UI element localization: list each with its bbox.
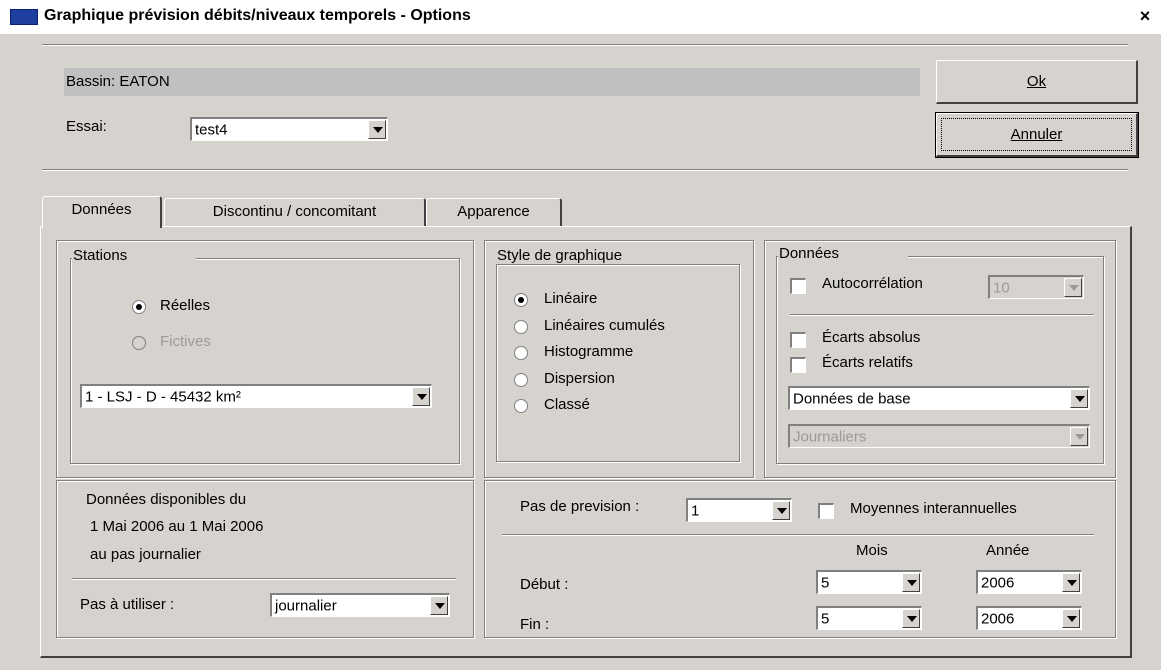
base-value: Données de base [793,390,911,407]
chevron-down-icon[interactable] [1064,278,1082,297]
base-dropdown[interactable]: Données de base [788,386,1090,410]
style-label-lineaire: Linéaire [544,290,598,307]
disponibles-separator [72,578,456,580]
tab-label: Discontinu / concomitant [212,203,377,220]
debut-mois-value: 5 [821,574,830,591]
fin-label: Fin : [520,616,550,633]
style-label-dispersion: Dispersion [544,370,615,387]
ecarts-relatifs-label: Écarts relatifs [822,354,913,371]
disponibles-line1: Données disponibles du [86,491,247,508]
chevron-down-icon[interactable] [902,609,920,628]
chevron-down-icon[interactable] [1062,573,1080,592]
ecarts-absolus-checkbox[interactable] [790,332,806,348]
tab-discontinu[interactable]: Discontinu / concomitant [164,198,426,226]
pas-utiliser-dropdown[interactable]: journalier [270,593,450,617]
disponibles-line3: au pas journalier [90,546,201,563]
pas-prevision-value: 1 [691,502,700,519]
essai-value: test4 [195,121,228,138]
ok-label: Ok [1026,73,1047,90]
ecarts-relatifs-checkbox[interactable] [790,357,806,373]
moyennes-checkbox[interactable] [818,503,834,519]
tab-apparence[interactable]: Apparence [426,198,562,226]
period-dropdown[interactable]: Journaliers [788,424,1090,448]
style-title: Style de graphique [496,247,698,264]
fictives-radio[interactable] [132,336,146,350]
style-radio-lineaire[interactable] [514,293,528,307]
pas-prevision-label: Pas de prevision : [520,498,640,515]
style-label-classe: Classé [544,396,590,413]
chevron-down-icon[interactable] [412,387,430,406]
chevron-down-icon[interactable] [1070,427,1088,446]
chevron-down-icon[interactable] [772,501,790,520]
chevron-down-icon[interactable] [1062,609,1080,628]
chevron-down-icon[interactable] [368,120,386,139]
station-value: 1 - LSJ - D - 45432 km² [85,388,241,405]
style-label-histogramme: Histogramme [544,343,634,360]
moyennes-label: Moyennes interannuelles [850,500,1017,517]
style-radio-cumules[interactable] [514,320,528,334]
fin-mois-value: 5 [821,610,830,627]
chevron-down-icon[interactable] [430,596,448,615]
donnees-title: Données [778,245,908,262]
close-icon[interactable]: × [1136,7,1154,25]
reelles-label: Réelles [160,297,211,314]
essai-label: Essai: [66,118,107,135]
fin-annee-value: 2006 [981,610,1015,627]
fin-mois-dropdown[interactable]: 5 [816,606,922,630]
pas-utiliser-label: Pas à utiliser : [80,596,175,613]
middle-separator [42,169,1128,171]
top-separator [42,44,1128,46]
autocorrelation-checkbox[interactable] [790,278,806,294]
bassin-label: Bassin: EATON [66,73,170,90]
style-radio-histogramme[interactable] [514,346,528,360]
tab-label: Données [71,201,132,218]
debut-annee-value: 2006 [981,574,1015,591]
autocorrelation-dropdown[interactable]: 10 [988,275,1084,299]
autocorrelation-value: 10 [993,279,1010,296]
essai-dropdown[interactable]: test4 [190,117,388,141]
autocorrelation-label: Autocorrélation [822,275,923,292]
station-dropdown[interactable]: 1 - LSJ - D - 45432 km² [80,384,432,408]
pas-prevision-dropdown[interactable]: 1 [686,498,792,522]
ok-button[interactable]: Ok [936,60,1138,104]
debut-annee-dropdown[interactable]: 2006 [976,570,1082,594]
style-label-cumules: Linéaires cumulés [544,317,665,334]
disponibles-line2: 1 Mai 2006 au 1 Mai 2006 [90,518,264,535]
annee-header: Année [986,542,1030,559]
stations-group [70,258,460,464]
style-group [496,264,740,462]
fictives-label: Fictives [160,333,211,350]
debut-label: Début : [520,576,569,593]
bassin-field [64,68,920,96]
prevision-separator [502,534,1094,536]
cancel-label: Annuler [1010,126,1063,143]
fin-annee-dropdown[interactable]: 2006 [976,606,1082,630]
stations-title: Stations [72,247,196,264]
window-icon [10,9,38,25]
style-radio-dispersion[interactable] [514,373,528,387]
chevron-down-icon[interactable] [902,573,920,592]
chevron-down-icon[interactable] [1070,389,1088,408]
focus-ring: Annuler [941,118,1132,151]
debut-mois-dropdown[interactable]: 5 [816,570,922,594]
donnees-separator [790,314,1094,316]
pas-utiliser-value: journalier [275,597,337,614]
cancel-button[interactable]: Annuler [935,112,1139,158]
style-radio-classe[interactable] [514,399,528,413]
window-title: Graphique prévision débits/niveaux tempo… [44,7,471,24]
period-value: Journaliers [793,428,867,445]
mois-header: Mois [856,542,888,559]
tab-label: Apparence [457,203,530,220]
reelles-radio[interactable] [132,300,146,314]
ecarts-absolus-label: Écarts absolus [822,329,921,346]
tab-donnees[interactable]: Données [42,196,162,228]
